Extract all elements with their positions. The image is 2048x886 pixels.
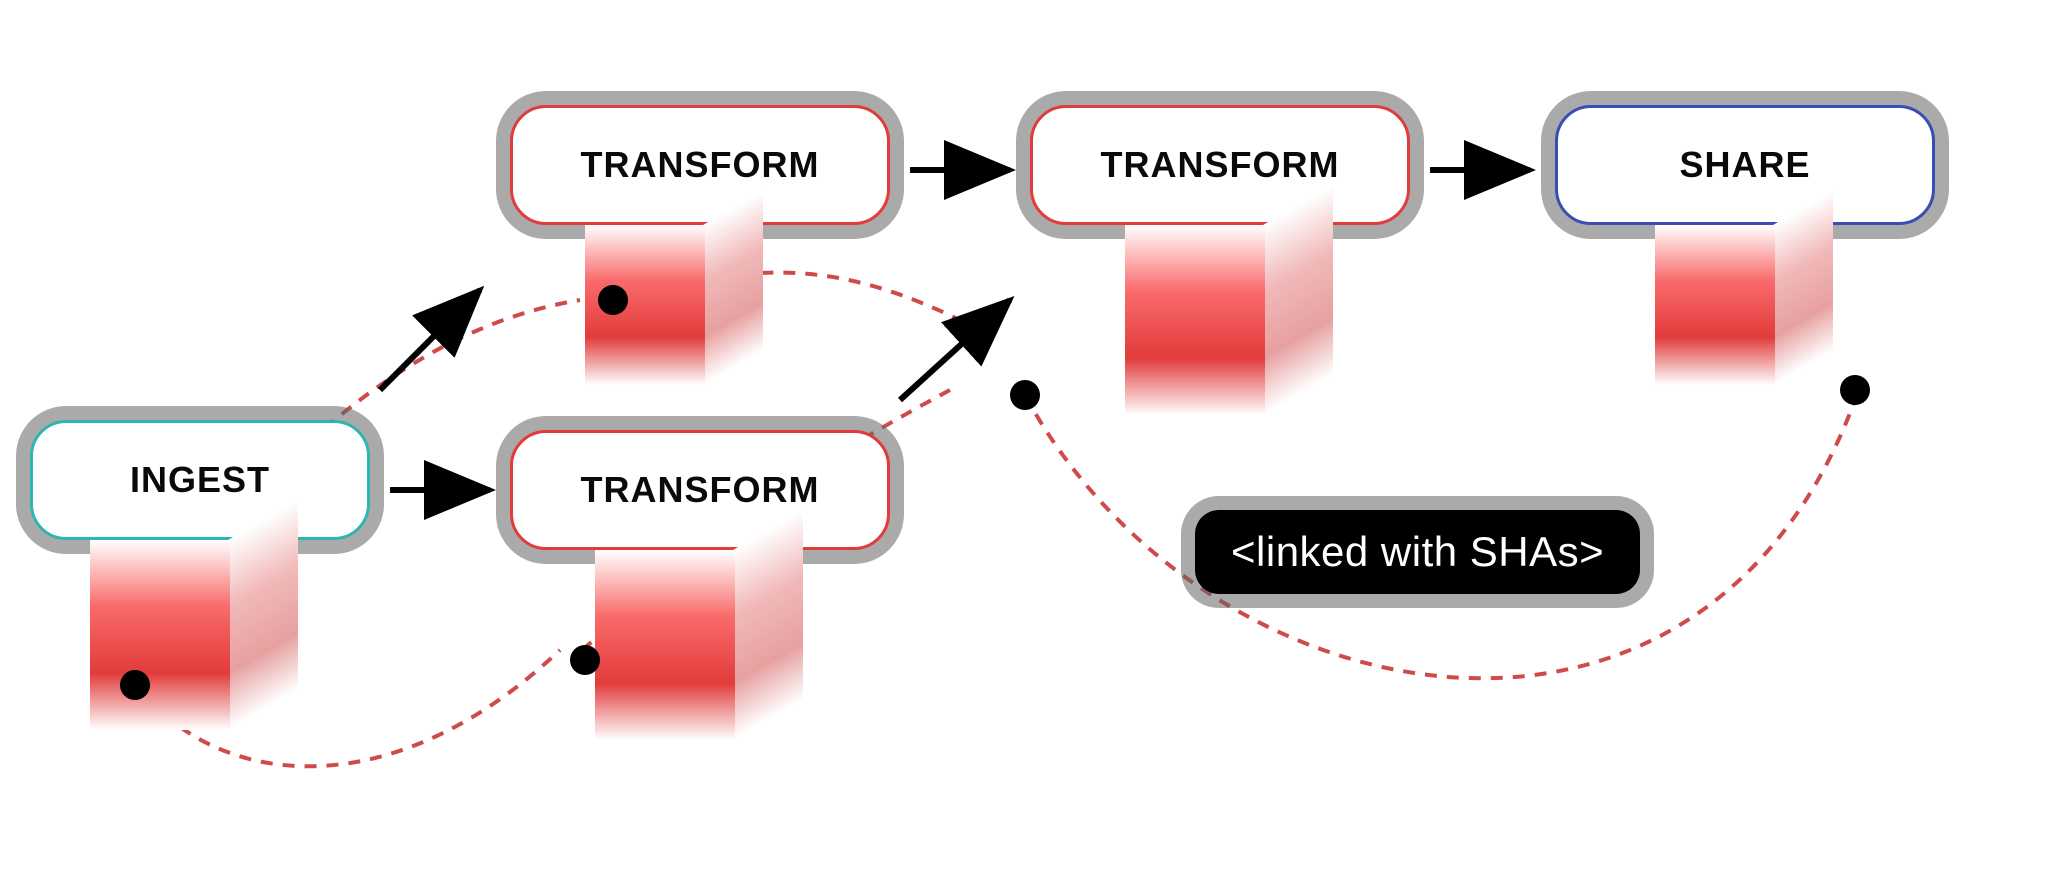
dot-transform-bottom bbox=[570, 645, 600, 675]
node-share: SHARE bbox=[1555, 105, 1935, 225]
pill-transform-top: TRANSFORM bbox=[510, 105, 890, 225]
pill-transform-right: TRANSFORM bbox=[1030, 105, 1410, 225]
label-transform-bottom: TRANSFORM bbox=[581, 469, 820, 511]
block-transform-top bbox=[585, 225, 795, 415]
node-ingest: INGEST bbox=[30, 420, 370, 540]
node-transform-bottom: TRANSFORM bbox=[510, 430, 890, 550]
dot-share bbox=[1840, 375, 1870, 405]
pill-ingest: INGEST bbox=[30, 420, 370, 540]
label-transform-top: TRANSFORM bbox=[581, 144, 820, 186]
label-ingest: INGEST bbox=[130, 459, 270, 501]
arrow-ingest-to-transform-top bbox=[380, 290, 480, 390]
label-transform-right: TRANSFORM bbox=[1101, 144, 1340, 186]
pill-transform-bottom: TRANSFORM bbox=[510, 430, 890, 550]
arrow-transform-bottom-to-right bbox=[900, 300, 1010, 400]
dot-transform-right bbox=[1010, 380, 1040, 410]
block-transform-right bbox=[1125, 225, 1335, 415]
pipeline-diagram: INGEST TRANSFORM TRANSFORM TRANSFOR bbox=[0, 0, 2048, 886]
node-transform-top: TRANSFORM bbox=[510, 105, 890, 225]
annotation-label: <linked with SHAs> bbox=[1231, 528, 1604, 575]
dot-ingest bbox=[120, 670, 150, 700]
annotation-linked-shas: <linked with SHAs> bbox=[1195, 510, 1640, 594]
block-ingest bbox=[90, 540, 300, 730]
label-share: SHARE bbox=[1679, 144, 1810, 186]
pill-share: SHARE bbox=[1555, 105, 1935, 225]
dot-transform-top bbox=[598, 285, 628, 315]
node-transform-right: TRANSFORM bbox=[1030, 105, 1410, 225]
block-share bbox=[1655, 225, 1865, 415]
block-transform-bottom bbox=[595, 550, 805, 740]
